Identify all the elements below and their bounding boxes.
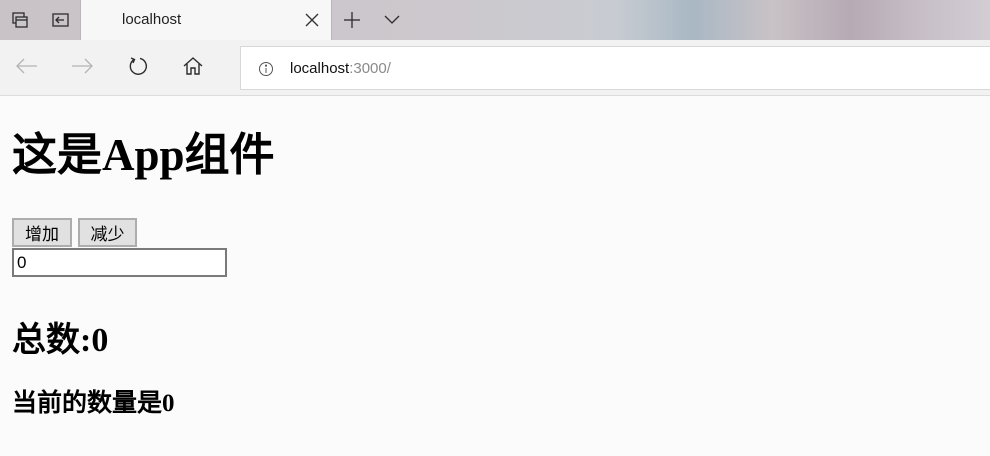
tab-strip: localhost (0, 0, 990, 40)
close-icon[interactable] (303, 11, 321, 29)
tab-menu-chevron-icon (384, 15, 400, 25)
url-host: localhost (290, 60, 350, 77)
set-aside-tabs-button[interactable] (40, 0, 80, 40)
back-button[interactable] (11, 52, 43, 84)
tab-preview-icon (11, 11, 29, 29)
address-bar[interactable]: localhost:3000/ (240, 46, 990, 90)
subtract-button[interactable]: 减少 (78, 218, 137, 247)
navigation-bar: localhost:3000/ (0, 40, 990, 96)
refresh-button[interactable] (122, 52, 154, 84)
forward-arrow-icon (71, 58, 93, 79)
total-heading: 总数:0 (12, 322, 109, 359)
home-icon (183, 56, 203, 80)
tab-title: localhost (122, 11, 182, 28)
new-tab-icon (344, 12, 360, 28)
home-button[interactable] (177, 52, 209, 84)
forward-button[interactable] (66, 52, 98, 84)
info-icon[interactable] (258, 61, 274, 77)
tab-preview-button[interactable] (0, 0, 40, 40)
refresh-icon (128, 56, 148, 81)
new-tab-button[interactable] (332, 0, 372, 40)
back-arrow-icon (16, 58, 38, 79)
current-count-heading: 当前的数量是0 (12, 390, 175, 417)
add-button[interactable]: 增加 (12, 218, 72, 247)
number-input[interactable] (12, 248, 227, 277)
tab-localhost[interactable]: localhost (80, 0, 332, 40)
url-text: localhost:3000/ (290, 60, 391, 77)
url-port-path: :3000/ (349, 60, 391, 77)
set-aside-tabs-icon (50, 12, 70, 28)
tab-menu-button[interactable] (372, 0, 412, 40)
page-title: 这是App组件 (12, 130, 275, 180)
